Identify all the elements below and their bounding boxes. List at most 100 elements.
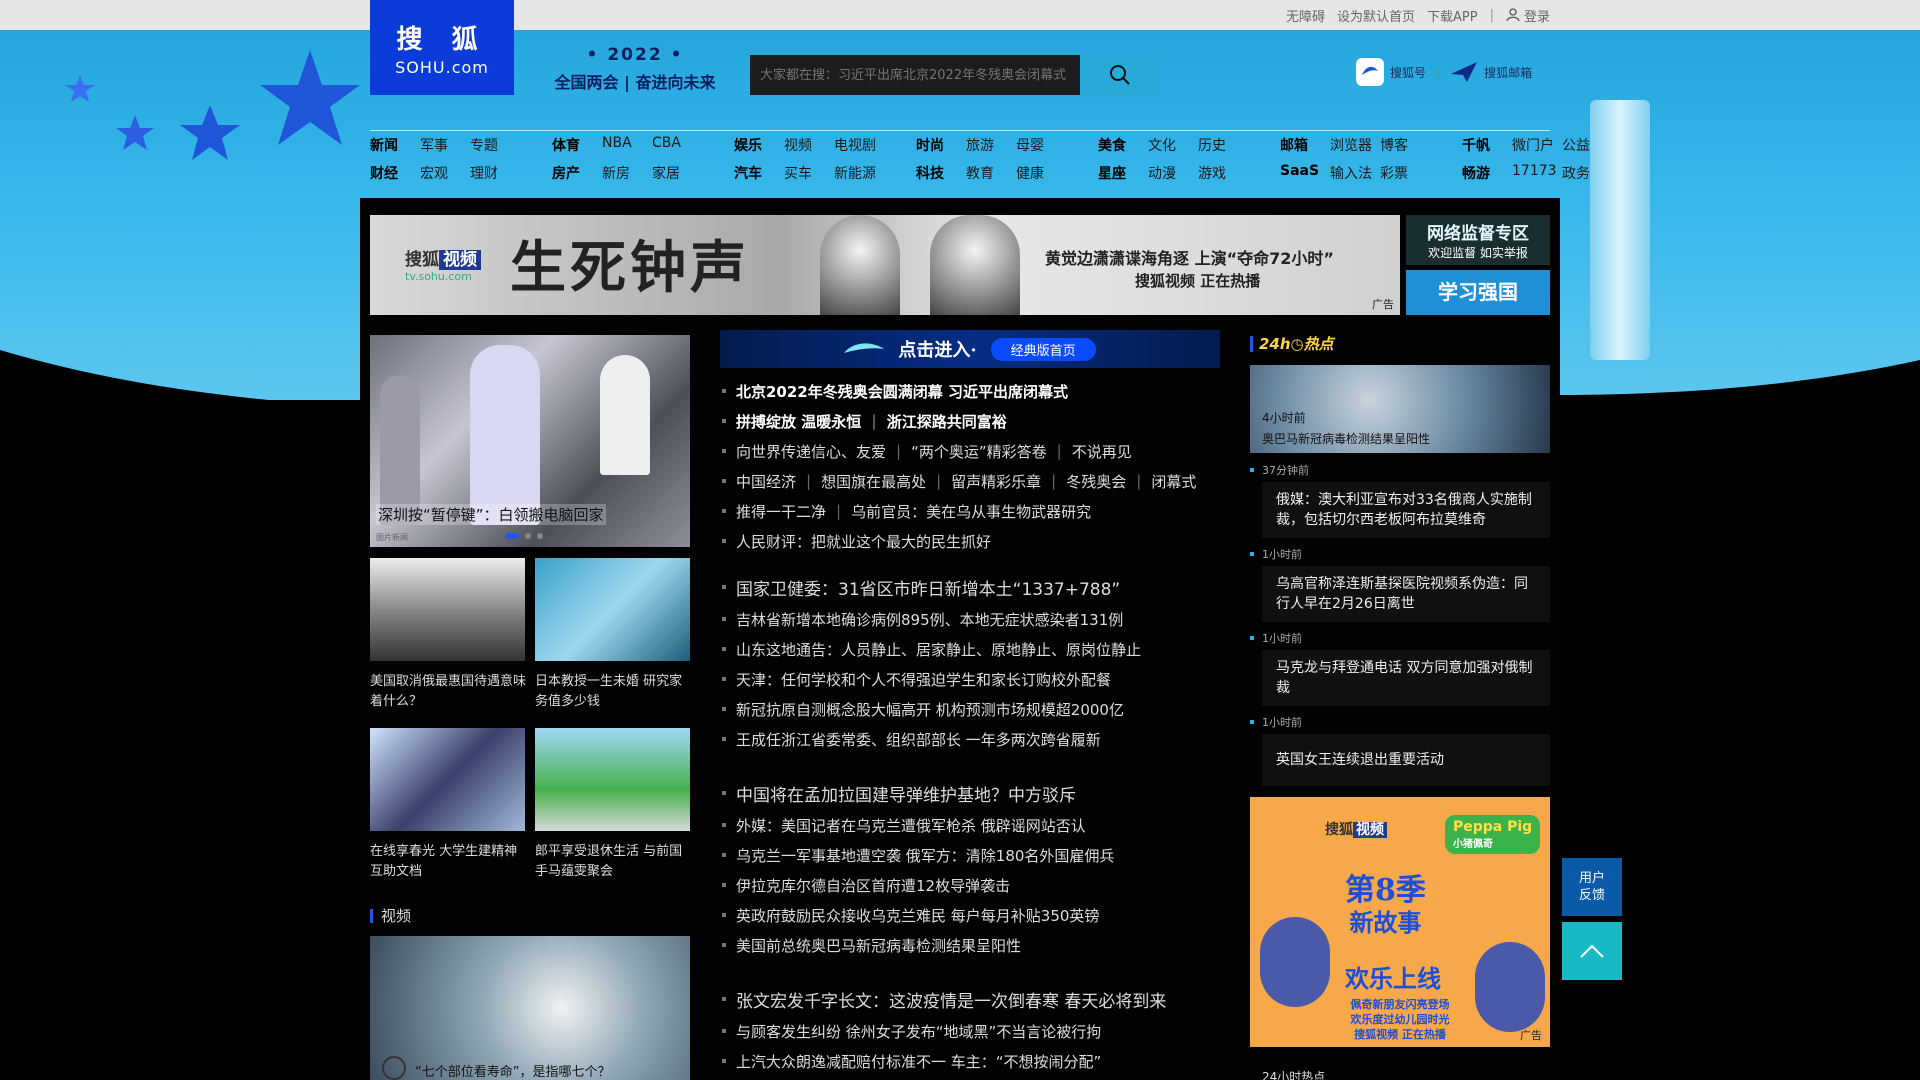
thumb-caption-3[interactable]: 在线享春光 大学生建精神互助文档 (370, 842, 530, 882)
video-heading-label[interactable]: 视频 (381, 905, 411, 926)
nav-link[interactable]: 星座 (1098, 163, 1148, 191)
news-link[interactable]: 留声精彩乐章 (951, 471, 1041, 492)
nav-link[interactable]: 公益 (1562, 135, 1612, 163)
news-link[interactable]: 英政府鼓励民众接收乌克兰难民 每户每月补贴350英镑 (736, 905, 1099, 926)
set-homepage-link[interactable]: 设为默认首页 (1337, 6, 1415, 25)
news-link[interactable]: 山东这地通告：人员静止、居家静止、原地静止、原岗位静止 (736, 639, 1141, 660)
thumb-image-3[interactable] (370, 728, 525, 831)
carousel-dot-3[interactable] (537, 533, 543, 539)
user-feedback-button[interactable]: 用户 反馈 (1562, 858, 1622, 916)
nav-link[interactable]: 旅游 (966, 135, 1016, 163)
nav-link[interactable]: 畅游 (1462, 163, 1512, 191)
thumb-caption-4[interactable]: 郎平享受退休生活 与前国手马蕴雯聚会 (535, 842, 695, 882)
hot-top-story[interactable]: 4小时前 奥巴马新冠病毒检测结果呈阳性 (1250, 365, 1550, 453)
news-link[interactable]: 北京2022年冬残奥会圆满闭幕 习近平出席闭幕式 (736, 381, 1068, 402)
nav-link[interactable]: 军事 (420, 135, 470, 163)
search-button[interactable] (1080, 55, 1160, 95)
hot-item[interactable]: 1小时前 英国女王连续退出重要活动 (1250, 714, 1550, 786)
nav-link[interactable]: 千帆 (1462, 135, 1512, 163)
play-icon[interactable] (382, 1056, 406, 1080)
nav-link[interactable]: 宏观 (420, 163, 470, 191)
nav-link[interactable]: 财经 (370, 163, 420, 191)
download-app-link[interactable]: 下载APP (1427, 6, 1478, 25)
nav-link[interactable]: 新能源 (834, 163, 884, 191)
nav-link[interactable]: 17173 (1512, 163, 1562, 191)
news-link[interactable]: 美国前总统奥巴马新冠病毒检测结果呈阳性 (736, 935, 1021, 956)
hot-item-text[interactable]: 英国女王连续退出重要活动 (1262, 734, 1550, 786)
nav-link[interactable]: 彩票 (1380, 163, 1430, 191)
nav-link[interactable]: 时尚 (916, 135, 966, 163)
hot-item[interactable]: 1小时前 马克龙与拜登通电话 双方同意加强对俄制裁 (1250, 630, 1550, 706)
news-link[interactable]: 不说再见 (1072, 441, 1132, 462)
nav-link[interactable]: 汽车 (734, 163, 784, 191)
thumb-image-2[interactable] (535, 558, 690, 661)
nav-link[interactable]: 视频 (784, 135, 834, 163)
nav-link[interactable]: 浏览器 (1330, 135, 1380, 163)
news-link[interactable]: 拼搏绽放 温暖永恒 (736, 411, 861, 432)
nav-link[interactable]: 体育 (552, 135, 602, 163)
news-link[interactable]: 乌前官员：美在乌从事生物武器研究 (851, 501, 1091, 522)
video-banner-ad[interactable]: 搜狐 视频 tv.sohu.com 生死钟声 黄觉边潇潇谍海角逐 上演“夺命72小… (370, 215, 1400, 315)
classic-homepage-button[interactable]: 经典版首页 (990, 337, 1096, 361)
video-feature[interactable]: “七个部位看寿命”，是指哪七个？ (370, 936, 690, 1080)
news-link[interactable]: 向世界传递信心、友爱 (736, 441, 886, 462)
sohu-logo[interactable]: 搜 狐 SOHU.com (370, 0, 514, 95)
news-link[interactable]: 中国将在孟加拉国建导弹维护基地？中方驳斥 (736, 781, 1076, 806)
nav-link[interactable]: 电视剧 (834, 135, 884, 163)
news-link[interactable]: 人民财评：把就业这个最大的民生抓好 (736, 531, 991, 552)
news-link[interactable]: 外媒：美国记者在乌克兰遭俄军枪杀 俄辟谣网站否认 (736, 815, 1086, 836)
nav-link[interactable]: 理财 (470, 163, 520, 191)
thumb-image-4[interactable] (535, 728, 690, 831)
thumb-caption-1[interactable]: 美国取消俄最惠国待遇意味着什么？ (370, 672, 530, 712)
nav-link[interactable]: 历史 (1198, 135, 1248, 163)
nav-link[interactable]: 游戏 (1198, 163, 1248, 191)
hero-photo-news[interactable]: 深圳按“暂停键”：白领搬电脑回家 图片新闻 (370, 335, 690, 547)
back-to-top-button[interactable] (1562, 922, 1622, 980)
hot-item-text[interactable]: 俄媒：澳大利亚宣布对33名俄商人实施制裁，包括切尔西老板阿布拉莫维奇 (1262, 482, 1550, 538)
nav-link[interactable]: 博客 (1380, 135, 1430, 163)
hot-item[interactable]: 1小时前 乌高官称泽连斯基探医院视频系伪造：同行人早在2月26日离世 (1250, 546, 1550, 622)
hot-24h-more[interactable]: 24小时热点 (1262, 1068, 1325, 1080)
hot-24h-label[interactable]: 24h◷热点 (1259, 333, 1334, 354)
nav-link[interactable]: 输入法 (1330, 163, 1380, 191)
news-link[interactable]: 伊拉克库尔德自治区首府遭12枚导弹袭击 (736, 875, 1010, 896)
nav-link[interactable]: 美食 (1098, 135, 1148, 163)
news-link[interactable]: 乌克兰一军事基地遭空袭 俄军方：清除180名外国雇佣兵 (736, 845, 1114, 866)
login-link[interactable]: 登录 (1506, 6, 1550, 25)
sohu-mail-link[interactable]: 搜狐邮箱 (1450, 58, 1532, 86)
nav-link[interactable]: 文化 (1148, 135, 1198, 163)
thumb-image-1[interactable] (370, 558, 525, 661)
nav-link[interactable]: 微门户 (1512, 135, 1562, 163)
nav-link[interactable]: 母婴 (1016, 135, 1066, 163)
news-link[interactable]: 与顾客发生纠纷 徐州女子发布“地域黑”不当言论被行拘 (736, 1021, 1101, 1042)
news-link[interactable]: 浙江探路共同富裕 (887, 411, 1007, 432)
hot-item-text[interactable]: 马克龙与拜登通电话 双方同意加强对俄制裁 (1262, 650, 1550, 706)
nav-link[interactable]: 家居 (652, 163, 702, 191)
news-link[interactable]: 张文宏发千字长文：这波疫情是一次倒春寒 春天必将到来 (736, 987, 1166, 1012)
news-link[interactable]: 想国旗在最高处 (821, 471, 926, 492)
supervision-zone-ad[interactable]: 网络监督专区 欢迎监督 如实举报 (1406, 215, 1550, 265)
carousel-dot-1[interactable] (505, 533, 519, 539)
search-input[interactable] (750, 55, 1080, 95)
nav-link[interactable]: 政务 (1562, 163, 1612, 191)
news-link[interactable]: 吉林省新增本地确诊病例895例、本地无症状感染者131例 (736, 609, 1123, 630)
accessibility-link[interactable]: 无障碍 (1286, 6, 1325, 25)
news-link[interactable]: 中国经济 (736, 471, 796, 492)
news-link[interactable]: 冬残奥会 (1066, 471, 1126, 492)
news-link[interactable]: 天津：任何学校和个人不得强迫学生和家长订购校外配餐 (736, 669, 1111, 690)
thumb-caption-2[interactable]: 日本教授一生未婚 研究家务值多少钱 (535, 672, 695, 712)
nav-link[interactable]: SaaS (1280, 163, 1330, 191)
news-link[interactable]: 上汽大众朗逸减配赔付标准不一 车主：“不想按闹分配” (736, 1051, 1101, 1072)
xuexi-qiangguo-ad[interactable]: 学习强国 (1406, 270, 1550, 315)
sohu-hao-link[interactable]: 搜狐号 (1356, 58, 1426, 86)
nav-link[interactable]: 娱乐 (734, 135, 784, 163)
two-sessions-slogan[interactable]: • 2022 • 全国两会 | 奋进向未来 (530, 45, 740, 105)
nav-link[interactable]: 新闻 (370, 135, 420, 163)
peppa-pig-ad[interactable]: 搜狐 视频 Peppa Pig 小猪佩奇 第8季 新故事 欢乐上线 佩奇新朋友闪亮… (1250, 797, 1550, 1047)
nav-link[interactable]: CBA (652, 135, 702, 163)
nav-link[interactable]: NBA (602, 135, 652, 163)
nav-link[interactable]: 教育 (966, 163, 1016, 191)
news-link[interactable]: 国家卫健委：31省区市昨日新增本土“1337+788” (736, 575, 1120, 600)
news-link[interactable]: 王成任浙江省委常委、组织部部长 一年多两次跨省履新 (736, 729, 1101, 750)
nav-link[interactable]: 科技 (916, 163, 966, 191)
